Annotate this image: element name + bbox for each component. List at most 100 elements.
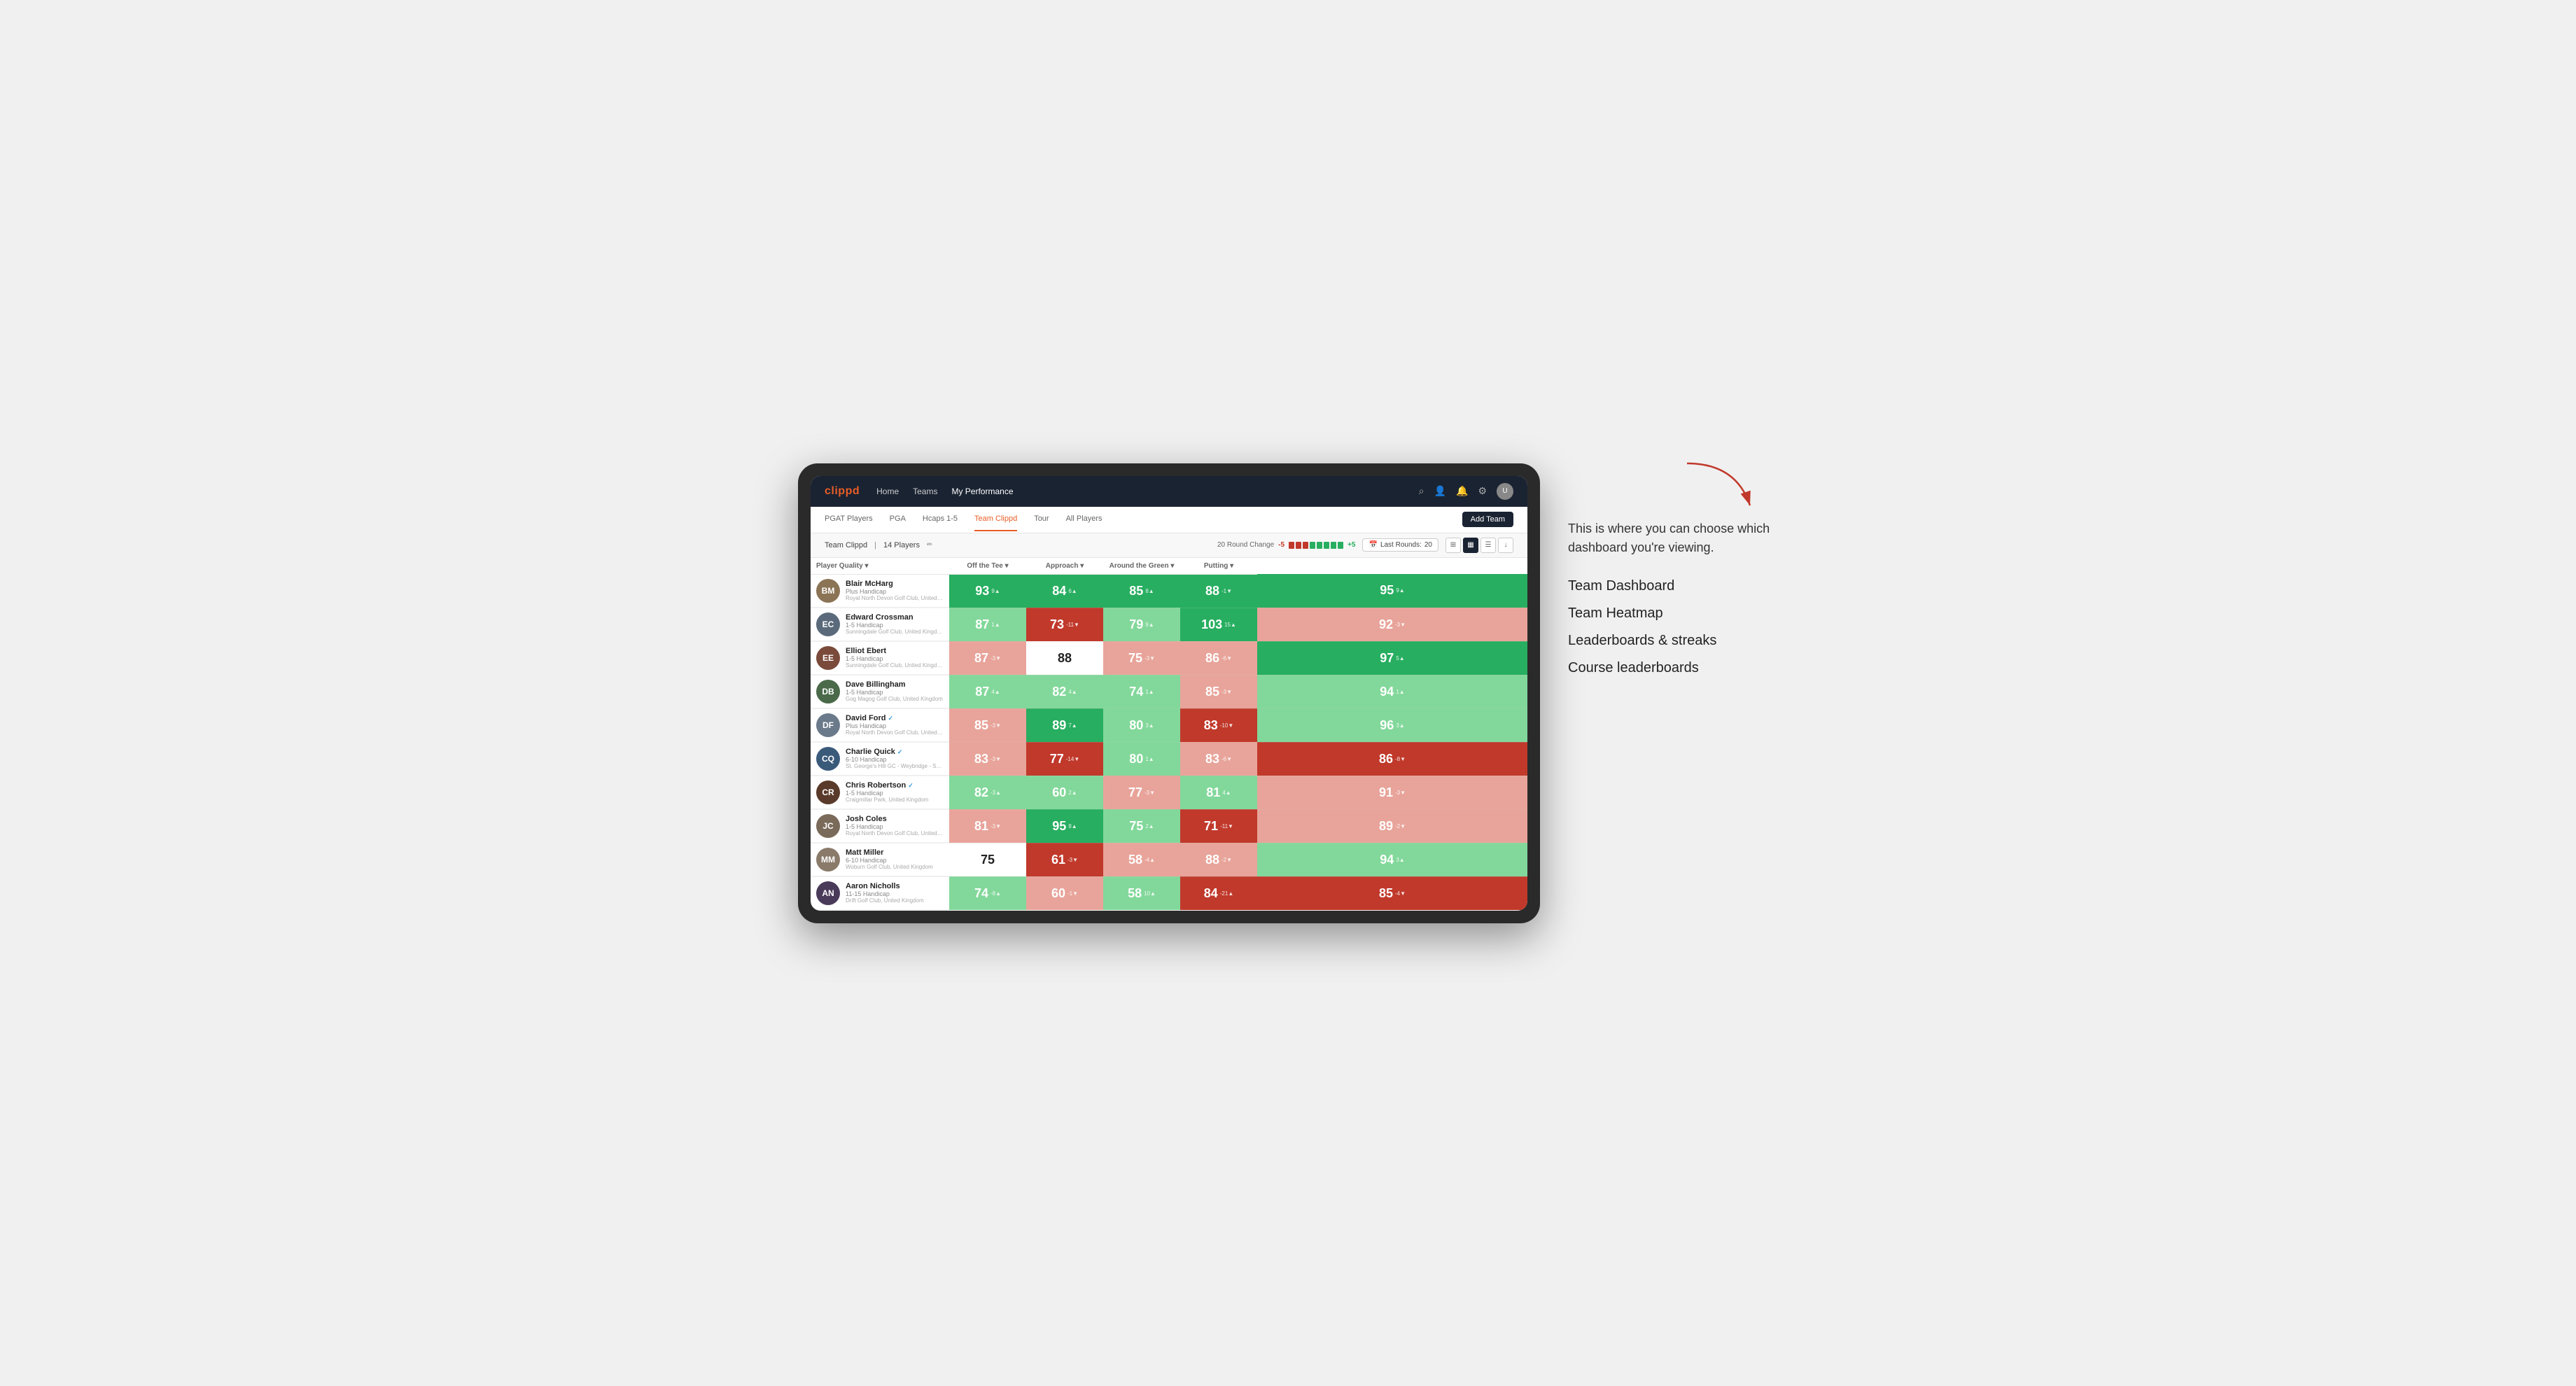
score-cell: 10315▲ xyxy=(1180,608,1257,641)
nav-link-my-performance[interactable]: My Performance xyxy=(951,484,1013,499)
score-change: -3▼ xyxy=(1222,689,1232,695)
player-club: Craigmillar Park, United Kingdom xyxy=(846,797,928,803)
player-handicap: 6-10 Handicap xyxy=(846,756,944,763)
player-club: Sunningdale Golf Club, United Kingdom xyxy=(846,662,944,668)
verified-icon: ✓ xyxy=(897,748,903,756)
sub-nav-pga[interactable]: PGA xyxy=(890,507,906,531)
search-icon[interactable]: ⌕ xyxy=(1419,485,1424,497)
score-value: 95 xyxy=(1380,583,1394,598)
score-change: -8▼ xyxy=(1395,756,1406,762)
score-cell: 73-11▼ xyxy=(1026,608,1103,641)
add-team-button[interactable]: Add Team xyxy=(1462,512,1513,527)
score-cell: 83-3▼ xyxy=(949,742,1026,776)
edit-icon[interactable]: ✏ xyxy=(927,541,932,549)
nav-link-home[interactable]: Home xyxy=(876,484,899,499)
score-change: -3▼ xyxy=(1395,790,1406,796)
player-cell[interactable]: MMMatt Miller6-10 HandicapWoburn Golf Cl… xyxy=(811,844,949,876)
score-change: -2▼ xyxy=(1395,823,1406,830)
player-cell[interactable]: EEElliot Ebert1-5 HandicapSunningdale Go… xyxy=(811,642,949,675)
player-cell[interactable]: DFDavid Ford✓Plus HandicapRoyal North De… xyxy=(811,709,949,742)
player-cell[interactable]: ECEdward Crossman1-5 HandicapSunningdale… xyxy=(811,608,949,641)
score-cell: 91-3▼ xyxy=(1257,776,1527,809)
annotation-list: Team Dashboard Team Heatmap Leaderboards… xyxy=(1568,578,1778,676)
player-cell[interactable]: JCJosh Coles1-5 HandicapRoyal North Devo… xyxy=(811,810,949,843)
table-row: ECEdward Crossman1-5 HandicapSunningdale… xyxy=(811,608,1527,641)
score-change: 3▲ xyxy=(1396,857,1404,863)
score-cell: 801▲ xyxy=(1103,742,1180,776)
col-putting[interactable]: Putting ▾ xyxy=(1180,558,1257,575)
score-cell: 77-14▼ xyxy=(1026,742,1103,776)
score-value: 74 xyxy=(974,886,988,901)
score-value: 95 xyxy=(1052,819,1066,834)
score-change: 1▲ xyxy=(1145,689,1154,695)
avatar[interactable]: U xyxy=(1497,483,1513,500)
score-cell: 941▲ xyxy=(1257,675,1527,708)
score-cell: 803▲ xyxy=(1103,708,1180,742)
score-value: 92 xyxy=(1379,617,1393,632)
score-change: -3▲ xyxy=(990,790,1001,796)
score-cell: 88 xyxy=(1026,641,1103,675)
player-cell[interactable]: CRChris Robertson✓1-5 HandicapCraigmilla… xyxy=(811,776,949,809)
table-row: BMBlair McHargPlus HandicapRoyal North D… xyxy=(811,574,1527,608)
score-value: 84 xyxy=(1052,584,1066,598)
score-change: 9▲ xyxy=(1145,622,1154,628)
player-club: Sunningdale Golf Club, United Kingdom xyxy=(846,629,944,635)
avatar: CQ xyxy=(816,747,840,771)
player-handicap: Plus Handicap xyxy=(846,722,944,729)
sub-nav-team-clippd[interactable]: Team Clippd xyxy=(974,507,1017,531)
avatar: EE xyxy=(816,646,840,670)
score-cell: 958▲ xyxy=(1026,809,1103,843)
settings-icon[interactable]: ⚙ xyxy=(1478,485,1487,497)
col-off-tee[interactable]: Off the Tee ▾ xyxy=(949,558,1026,575)
avatar: AN xyxy=(816,881,840,905)
player-cell[interactable]: BMBlair McHargPlus HandicapRoyal North D… xyxy=(811,575,949,608)
score-change: 3▲ xyxy=(1396,722,1404,729)
score-change: -3▼ xyxy=(990,823,1001,830)
avatar: JC xyxy=(816,814,840,838)
heatmap-view-toggle[interactable]: ▦ xyxy=(1463,538,1478,553)
score-cell: 74-8▲ xyxy=(949,876,1026,910)
person-icon[interactable]: 👤 xyxy=(1434,485,1446,497)
col-approach[interactable]: Approach ▾ xyxy=(1026,558,1103,575)
player-handicap: 11-15 Handicap xyxy=(846,890,924,897)
col-around-green[interactable]: Around the Green ▾ xyxy=(1103,558,1180,575)
player-name: Edward Crossman xyxy=(846,613,944,622)
nav-link-teams[interactable]: Teams xyxy=(913,484,937,499)
score-value: 75 xyxy=(1129,819,1143,834)
score-cell: 858▲ xyxy=(1103,574,1180,608)
score-change: -1▼ xyxy=(1068,890,1078,897)
score-value: 88 xyxy=(1058,651,1072,666)
verified-icon: ✓ xyxy=(908,782,913,790)
sub-nav-all-players[interactable]: All Players xyxy=(1066,507,1102,531)
score-value: 58 xyxy=(1128,853,1142,867)
last-rounds-button[interactable]: 📅 Last Rounds: 20 xyxy=(1362,538,1438,552)
score-value: 86 xyxy=(1379,752,1393,766)
score-change: -4▼ xyxy=(1395,890,1406,897)
annotation-item-2: Leaderboards & streaks xyxy=(1568,633,1778,649)
score-value: 87 xyxy=(974,651,988,666)
score-cell: 846▲ xyxy=(1026,574,1103,608)
col-player-quality[interactable]: Player Quality ▾ xyxy=(811,558,949,575)
player-cell[interactable]: DBDave Billingham1-5 HandicapGog Magog G… xyxy=(811,676,949,708)
sub-nav-hcaps[interactable]: Hcaps 1-5 xyxy=(923,507,958,531)
score-value: 85 xyxy=(1129,584,1143,598)
score-value: 80 xyxy=(1129,718,1143,733)
score-change: 2▲ xyxy=(1068,790,1077,796)
player-cell[interactable]: CQCharlie Quick✓6-10 HandicapSt. George'… xyxy=(811,743,949,776)
list-view-toggle[interactable]: ☰ xyxy=(1480,538,1496,553)
score-cell: 799▲ xyxy=(1103,608,1180,641)
team-header: Team Clippd | 14 Players ✏ 20 Round Chan… xyxy=(811,533,1527,558)
player-handicap: 1-5 Handicap xyxy=(846,689,943,696)
score-value: 80 xyxy=(1129,752,1143,766)
player-cell[interactable]: ANAaron Nicholls11-15 HandicapDrift Golf… xyxy=(811,877,949,910)
sub-nav-tour[interactable]: Tour xyxy=(1034,507,1049,531)
table-row: EEElliot Ebert1-5 HandicapSunningdale Go… xyxy=(811,641,1527,675)
sub-nav-pgat[interactable]: PGAT Players xyxy=(825,507,873,531)
score-cell: 87-3▼ xyxy=(949,641,1026,675)
table-container: Player Quality ▾ Off the Tee ▾ Approach … xyxy=(811,558,1527,911)
score-change: 6▲ xyxy=(1068,588,1077,594)
grid-view-toggle[interactable]: ⊞ xyxy=(1446,538,1461,553)
bell-icon[interactable]: 🔔 xyxy=(1456,485,1468,497)
download-toggle[interactable]: ↓ xyxy=(1498,538,1513,553)
score-value: 77 xyxy=(1128,785,1142,800)
